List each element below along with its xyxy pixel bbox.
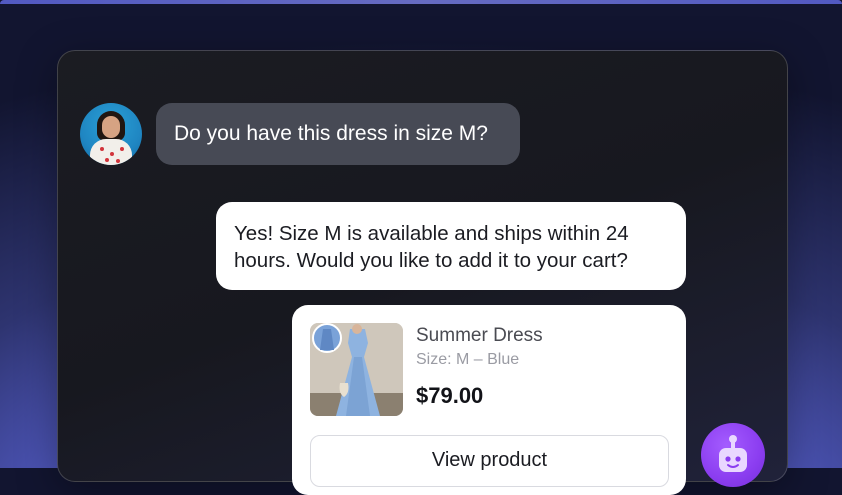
- background-highlight: [0, 0, 842, 4]
- avatar-face: [102, 116, 120, 138]
- bot-avatar[interactable]: [701, 423, 765, 487]
- product-image[interactable]: [310, 323, 403, 416]
- product-price: $79.00: [416, 383, 484, 408]
- view-product-button[interactable]: View product: [310, 435, 669, 487]
- product-name: Summer Dress: [416, 325, 543, 346]
- avatar-shirt-dot: [116, 159, 120, 163]
- avatar-shirt-dot: [105, 158, 109, 162]
- avatar-shirt-dot: [120, 147, 124, 151]
- robot-icon: [719, 435, 747, 472]
- avatar-shirt-dot: [110, 152, 114, 156]
- product-card[interactable]: Summer Dress Size: M – Blue $79.00 View …: [292, 305, 686, 495]
- assistant-message-bubble: Yes! Size M is available and ships withi…: [216, 202, 686, 290]
- user-message-bubble: Do you have this dress in size M?: [156, 103, 520, 165]
- product-variant: Size: M – Blue: [416, 351, 520, 368]
- avatar-shirt-dot: [100, 147, 104, 151]
- user-avatar: [80, 103, 142, 165]
- dress-image-icon: [310, 323, 403, 416]
